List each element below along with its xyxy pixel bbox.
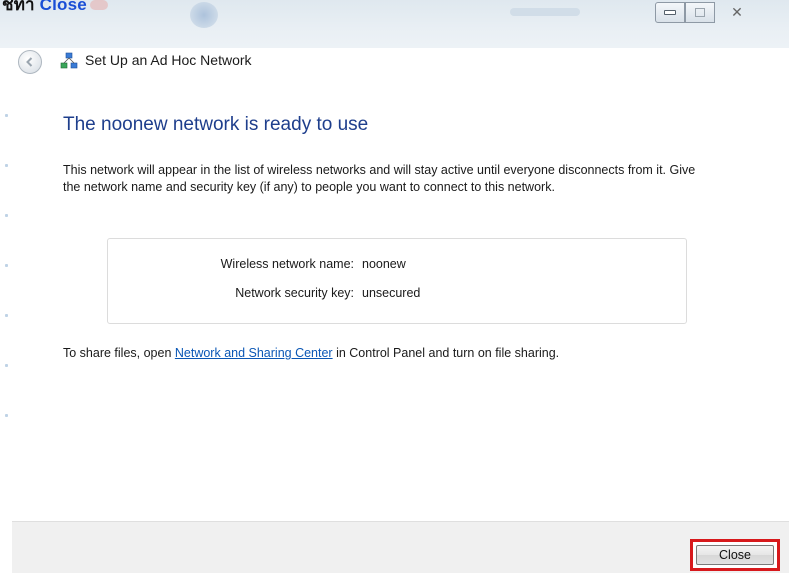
network-name-value: noonew: [362, 257, 406, 271]
caption-prefix: ชิทำ: [2, 0, 35, 14]
window-close-button[interactable]: ✕: [715, 2, 759, 23]
background-decoration: [190, 2, 218, 28]
minimize-button[interactable]: [655, 2, 685, 23]
page-heading: The noonew network is ready to use: [63, 114, 369, 135]
ad-hoc-network-icon: [60, 52, 78, 69]
close-button-highlight: Close: [690, 539, 780, 571]
maximize-button[interactable]: [685, 2, 715, 23]
background-decoration: [510, 8, 580, 16]
window-title: Set Up an Ad Hoc Network: [85, 52, 252, 68]
wizard-header: Set Up an Ad Hoc Network: [0, 38, 789, 84]
share-text-after: in Control Panel and turn on file sharin…: [332, 346, 560, 360]
security-key-label: Network security key:: [235, 286, 354, 300]
window-caption-buttons: ✕: [655, 2, 759, 23]
window-edge: [0, 84, 12, 573]
network-name-label: Wireless network name:: [220, 257, 354, 271]
back-arrow-icon: [26, 57, 33, 67]
network-sharing-center-link[interactable]: Network and Sharing Center: [175, 346, 333, 360]
close-icon: ✕: [731, 4, 743, 21]
caption-close-link[interactable]: Close: [40, 0, 87, 14]
page-caption: ชิทำ Close: [2, 0, 87, 18]
maximize-icon: [695, 8, 705, 17]
description-text: This network will appear in the list of …: [63, 163, 696, 194]
share-text-before: To share files, open: [63, 346, 175, 360]
background-decoration: [90, 0, 108, 10]
close-button[interactable]: Close: [696, 545, 774, 565]
wizard-content: The noonew network is ready to use This …: [12, 84, 789, 521]
minimize-icon: [664, 10, 676, 15]
back-button[interactable]: [18, 50, 42, 74]
wizard-footer: [12, 521, 789, 573]
share-files-text: To share files, open Network and Sharing…: [63, 346, 559, 360]
network-info-box: Wireless network name: noonew Network se…: [107, 238, 687, 324]
security-key-value: unsecured: [362, 286, 421, 300]
